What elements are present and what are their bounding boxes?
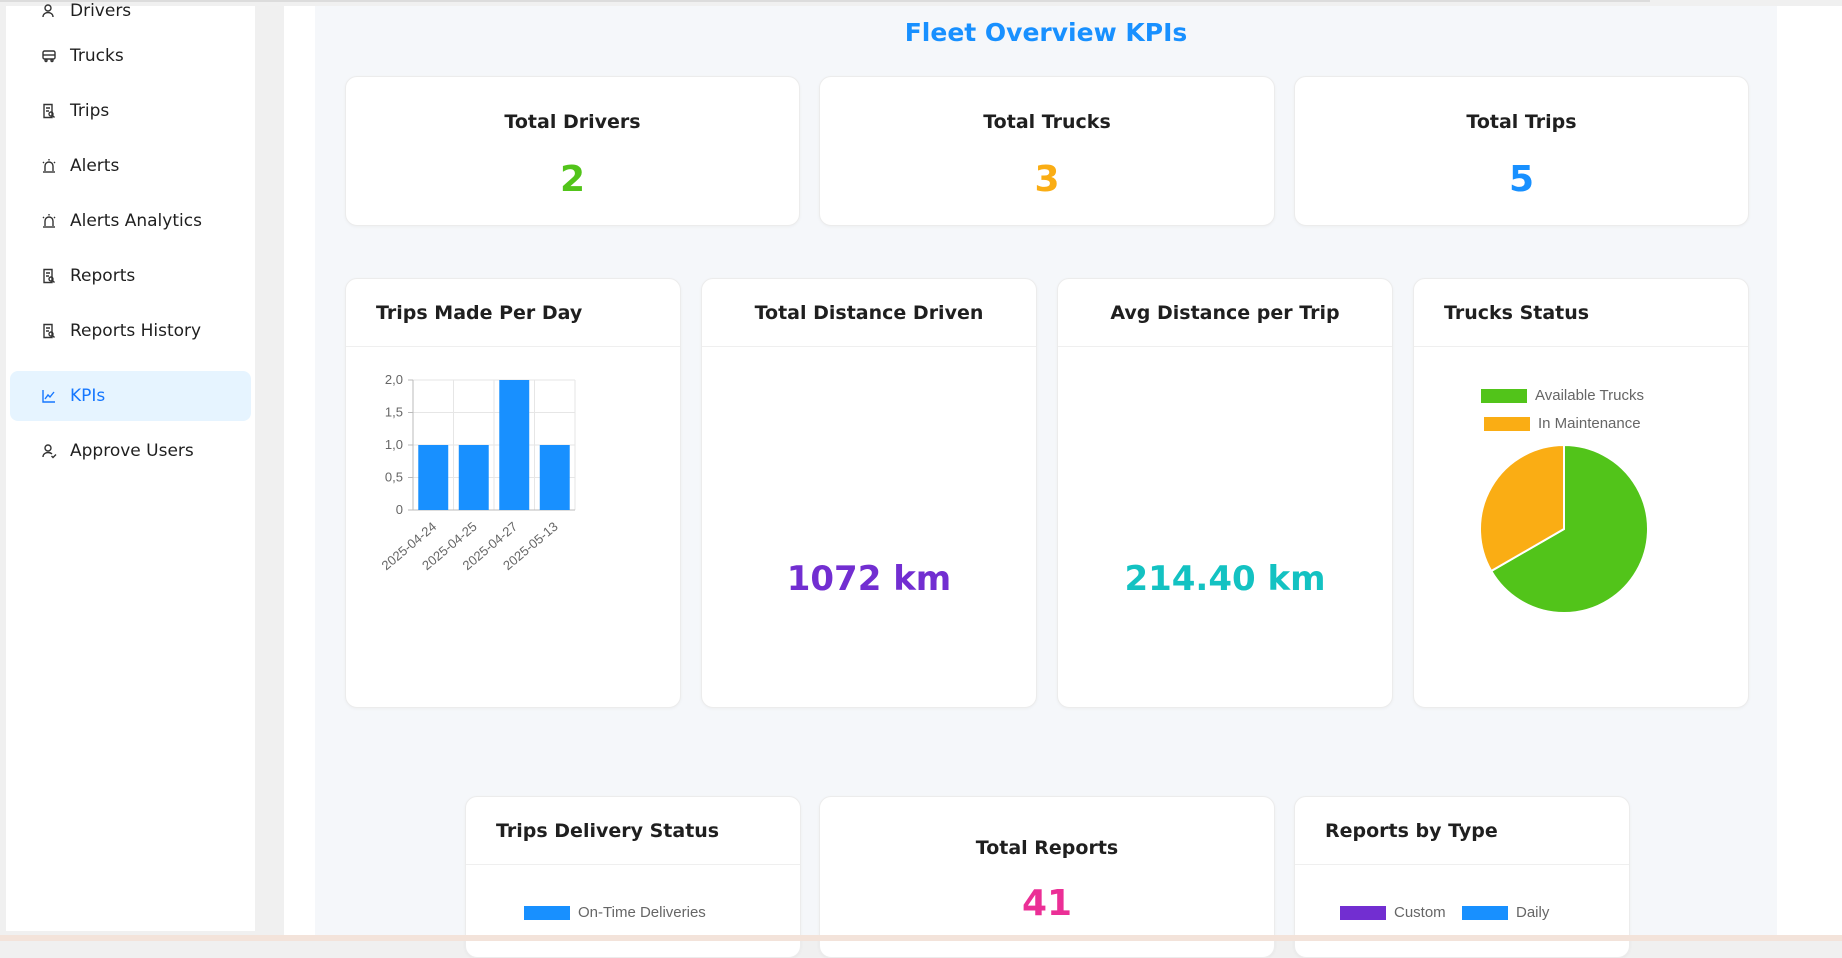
- sidebar-item-label: Reports: [70, 266, 136, 286]
- legend-swatch: [1340, 905, 1386, 920]
- panel-title: Reports by Type: [1295, 797, 1629, 865]
- trips-per-day-panel: Trips Made Per Day 0 0,5 1,0 1,5 2,0 2025-04-…: [345, 278, 681, 708]
- file-search-icon: [40, 267, 58, 285]
- kpi-card-total-drivers: Total Drivers 2: [345, 76, 800, 226]
- avg-distance-value: 214.40 km: [1124, 559, 1326, 599]
- legend-label: In Maintenance: [1538, 415, 1641, 432]
- panel-title: Trips Made Per Day: [346, 279, 680, 347]
- legend-item[interactable]: Custom: [1340, 904, 1446, 921]
- bar: [458, 445, 489, 510]
- delivery-status-panel: Trips Delivery Status On-Time Deliveries: [465, 796, 801, 958]
- trucks-status-pie: [1479, 444, 1649, 614]
- legend-label: On-Time Deliveries: [578, 904, 706, 921]
- legend-item[interactable]: In Maintenance: [1484, 415, 1641, 432]
- kpi-title: Total Reports: [975, 837, 1119, 859]
- sidebar-item-label: Trucks: [70, 46, 124, 66]
- sidebar-item-label: Drivers: [70, 1, 132, 21]
- user-check-icon: [40, 442, 58, 460]
- panel-title: Trucks Status: [1414, 279, 1748, 347]
- sidebar-item-label: Alerts Analytics: [70, 211, 202, 231]
- sidebar-item-label: KPIs: [70, 386, 106, 406]
- trips-per-day-chart: 00,51,01,52,02025-04-242025-04-252025-04…: [379, 372, 576, 573]
- file-search-icon: [40, 322, 58, 340]
- page-title: Fleet Overview KPIs: [904, 18, 1188, 47]
- file-search-icon: [40, 102, 58, 120]
- legend-swatch: [1481, 388, 1527, 403]
- sidebar-item-trucks[interactable]: Trucks: [10, 31, 251, 81]
- sidebar-item-label: Reports History: [70, 321, 202, 341]
- sidebar-item-label: Trips: [70, 101, 110, 121]
- kpi-title: Total Drivers: [504, 111, 641, 133]
- truck-icon: [40, 47, 58, 65]
- kpi-card-total-trucks: Total Trucks 3: [819, 76, 1275, 226]
- kpi-dashboard: Fleet Overview KPIs Total Drivers 2 Tota…: [315, 6, 1777, 958]
- legend-item[interactable]: Daily: [1462, 904, 1549, 921]
- alarm-icon: [40, 212, 58, 230]
- sidebar-item-label: Alerts: [70, 156, 120, 176]
- sidebar-item-reports[interactable]: Reports: [10, 251, 251, 301]
- legend-swatch: [1484, 416, 1530, 431]
- total-distance-panel: Total Distance Driven 1072 km: [701, 278, 1037, 708]
- kpi-value: 2: [559, 159, 586, 200]
- sidebar-item-alerts[interactable]: Alerts: [10, 141, 251, 191]
- sidebar-item-label: Approve Users: [70, 441, 194, 461]
- avg-distance-panel: Avg Distance per Trip 214.40 km: [1057, 278, 1393, 708]
- total-distance-value: 1072 km: [786, 559, 952, 599]
- legend-label: Available Trucks: [1535, 387, 1644, 404]
- reports-by-type-panel: Reports by Type Custom Daily: [1294, 796, 1630, 958]
- sidebar-item-approve-users[interactable]: Approve Users: [10, 426, 251, 476]
- legend-swatch: [524, 905, 570, 920]
- y-tick-label: 0,5: [385, 470, 403, 485]
- bar: [539, 445, 570, 510]
- y-tick-label: 1,0: [385, 437, 403, 452]
- legend-label: Daily: [1516, 904, 1550, 921]
- legend-swatch: [1462, 905, 1508, 920]
- legend-item[interactable]: Available Trucks: [1481, 387, 1644, 404]
- y-tick-label: 2,0: [385, 372, 403, 387]
- y-tick-label: 1,5: [385, 405, 403, 420]
- bar: [418, 445, 449, 510]
- y-tick-label: 0: [396, 502, 403, 517]
- panel-title: Trips Delivery Status: [466, 797, 800, 865]
- kpi-value: 41: [1021, 883, 1073, 924]
- right-margin: [1777, 6, 1842, 935]
- kpi-value: 5: [1508, 159, 1535, 200]
- legend-label: Custom: [1394, 904, 1446, 921]
- trucks-status-panel: Trucks Status Available Trucks In Mainte…: [1413, 278, 1749, 708]
- legend-item[interactable]: On-Time Deliveries: [524, 904, 706, 921]
- sidebar-item-reports-history[interactable]: Reports History: [10, 306, 251, 356]
- kpi-card-total-trips: Total Trips 5: [1294, 76, 1749, 226]
- kpi-title: Total Trucks: [983, 111, 1111, 133]
- sidebar-item-kpis[interactable]: KPIs: [10, 371, 251, 421]
- kpi-title: Total Trips: [1466, 111, 1577, 133]
- sidebar-item-trips[interactable]: Trips: [10, 86, 251, 136]
- sidebar: Drivers Trucks Trips Alerts Alerts Analy…: [6, 1, 255, 931]
- sidebar-item-alerts-analytics[interactable]: Alerts Analytics: [10, 196, 251, 246]
- kpi-value: 3: [1034, 159, 1060, 200]
- bar: [499, 380, 530, 510]
- kpi-card-total-reports: Total Reports 41: [819, 796, 1275, 958]
- line-chart-icon: [40, 387, 58, 405]
- user-icon: [40, 2, 58, 20]
- panel-title: Avg Distance per Trip: [1058, 279, 1392, 347]
- alarm-icon: [40, 157, 58, 175]
- panel-title: Total Distance Driven: [702, 279, 1036, 347]
